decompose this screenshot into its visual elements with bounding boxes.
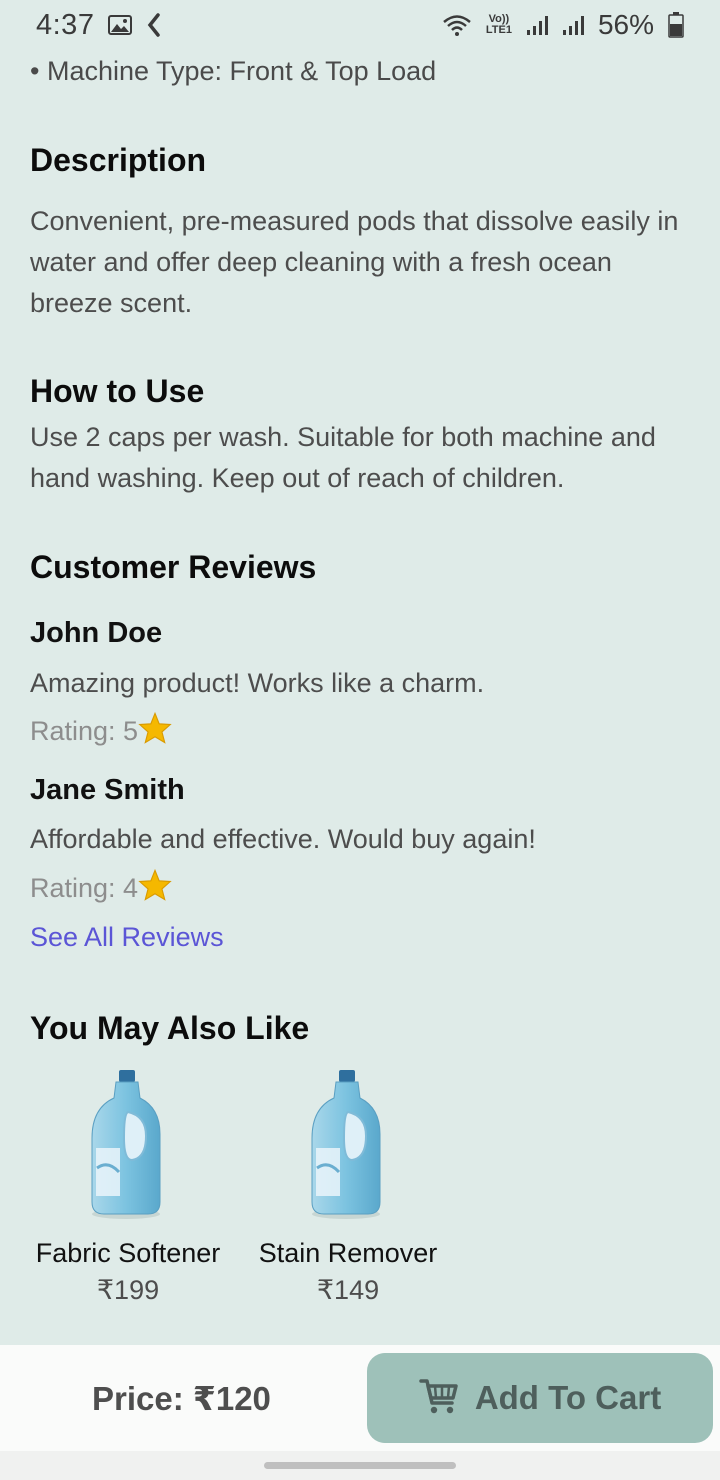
status-right: Vo)) LTE1 56% [442, 9, 684, 41]
add-to-cart-label: Add To Cart [474, 1379, 662, 1416]
battery-icon [668, 12, 684, 38]
call-activity-icon [146, 13, 161, 37]
gesture-nav-handle[interactable] [264, 1462, 456, 1469]
signal-icon [526, 14, 548, 36]
gesture-nav-area [0, 1451, 720, 1480]
reviewer-name: John Doe [30, 617, 163, 649]
see-all-reviews-link[interactable]: See All Reviews [30, 922, 224, 953]
product-price: ₹199 [96, 1275, 160, 1305]
product-name: Fabric Softener [35, 1238, 221, 1268]
status-time: 4:37 [36, 8, 95, 41]
spec-machine-type: • Machine Type: Front & Top Load [30, 56, 437, 86]
network-label: Vo)) LTE1 [486, 14, 512, 36]
wifi-icon [442, 13, 472, 37]
network-label-bottom: LTE1 [485, 24, 512, 36]
signal-icon [562, 14, 584, 36]
review-rating: Rating: 4 [30, 868, 172, 908]
related-products-title: You May Also Like [30, 1010, 310, 1046]
cart-icon [419, 1377, 459, 1420]
status-bar: 4:37 Vo)) LTE1 56% [0, 0, 720, 50]
rating-label: Rating: 5 [30, 716, 139, 746]
product-image [311, 1070, 381, 1219]
price-label: Price: ₹120 [92, 1380, 271, 1417]
description-text: Convenient, pre-measured pods that disso… [30, 206, 679, 318]
description-title: Description [30, 142, 207, 178]
how-to-use-title: How to Use [30, 373, 205, 409]
add-to-cart-button[interactable]: Add To Cart [367, 1353, 713, 1443]
related-product-card[interactable]: Stain Remover ₹149 [248, 1064, 448, 1306]
star-icon [138, 711, 172, 751]
review-text: Affordable and effective. Would buy agai… [30, 824, 536, 854]
how-to-use-text: Use 2 caps per wash. Suitable for both m… [30, 422, 656, 493]
battery-percent: 56% [597, 9, 654, 40]
customer-reviews-title: Customer Reviews [30, 549, 317, 585]
related-product-card[interactable]: Fabric Softener ₹199 [28, 1064, 228, 1306]
star-icon [138, 868, 172, 908]
status-left: 4:37 [36, 8, 161, 42]
review-rating: Rating: 5 [30, 711, 172, 751]
image-icon [108, 15, 133, 35]
product-price: ₹149 [316, 1275, 380, 1305]
product-name: Stain Remover [258, 1238, 438, 1268]
bottom-bar: Price: ₹120 Add To Cart [0, 1345, 720, 1451]
rating-label: Rating: 4 [30, 873, 139, 903]
review-text: Amazing product! Works like a charm. [30, 668, 485, 698]
product-image [91, 1070, 161, 1219]
reviewer-name: Jane Smith [30, 774, 185, 806]
